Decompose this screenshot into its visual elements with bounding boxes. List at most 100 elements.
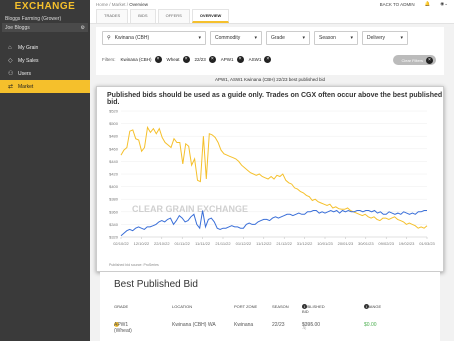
chart-heading: APW1, ASW1 Kwinana (CBH) 22/23 best publ… xyxy=(214,77,326,82)
filter-chip: Kwinana (CBH) × xyxy=(121,56,162,63)
breadcrumb-path[interactable]: Home / Market / xyxy=(96,2,129,7)
sidebar-item-label: My Grain xyxy=(18,44,39,51)
user-name: Joe Bloggs xyxy=(5,24,30,31)
commodity-value: Commodity xyxy=(215,35,241,41)
search-icon: ⚲ xyxy=(107,35,111,41)
filter-chip: APW1 × xyxy=(221,56,244,63)
table-row[interactable]: APW1 (Wheat) Kwinana (CBH) WA Kwinana 22… xyxy=(114,322,434,334)
sidebar-item-users[interactable]: ⚇ Users xyxy=(0,67,90,80)
cell-change: $0.00 xyxy=(364,322,377,328)
season-value: Season xyxy=(319,35,336,41)
sidebar-item-market[interactable]: ⇄ Market xyxy=(0,80,90,93)
chart-card: Published bids should be used as a guide… xyxy=(96,86,444,272)
sidebar-item-my-grain[interactable]: ⌂ My Grain xyxy=(0,41,90,54)
y-tick-label: $320 xyxy=(109,235,119,240)
close-icon[interactable]: × xyxy=(264,56,272,63)
col-season: SEASON xyxy=(272,304,289,309)
x-tick-label: 12/10/22 xyxy=(134,241,150,246)
close-icon[interactable]: × xyxy=(236,56,244,63)
chevron-down-icon: ▾ xyxy=(198,35,201,41)
delivery-select[interactable]: Delivery ▾ xyxy=(362,31,408,45)
x-tick-label: 02/10/22 xyxy=(113,241,129,246)
filter-chip: 22/23 × xyxy=(195,56,216,63)
home-icon: ⌂ xyxy=(8,44,12,51)
notice-text: Published bids should be used as a guide… xyxy=(107,92,443,106)
top-bar: Home / Market / Overview BACK TO ADMIN 🔔… xyxy=(90,0,454,24)
col-grade: GRADE xyxy=(114,304,129,309)
chip-label: Wheat xyxy=(166,57,180,62)
chip-label: 22/23 xyxy=(194,57,206,62)
sidebar-item-my-sales[interactable]: ◇ My Sales xyxy=(0,54,90,67)
user-row[interactable]: Joe Bloggs ⚙ xyxy=(2,23,88,32)
filter-selects: ⚲ Kwinana (CBH) ▾ Commodity ▾ Grade ▾ Se… xyxy=(102,31,408,45)
bell-icon[interactable]: 🔔 xyxy=(425,1,431,7)
breadcrumb: Home / Market / Overview xyxy=(96,2,148,7)
cell-port: Kwinana xyxy=(234,322,254,328)
x-tick-label: 22/10/22 xyxy=(154,241,170,246)
filters-panel: ⚲ Kwinana (CBH) ▾ Commodity ▾ Grade ▾ Se… xyxy=(96,27,444,75)
close-icon[interactable]: × xyxy=(182,56,190,63)
chip-label: Kwinana (CBH) xyxy=(120,57,152,62)
tab-bids[interactable]: BIDS xyxy=(130,9,156,23)
sidebar: EXCHANGE Bloggs Farming (Grower) Joe Blo… xyxy=(0,0,90,341)
bid-line-chart: $320 $340 $360 $380 $400 $420 $440 $460 $480 $500… xyxy=(109,109,435,247)
season-select[interactable]: Season ▾ xyxy=(314,31,358,45)
y-tick-label: $400 xyxy=(109,184,119,189)
tabs: TRADES BIDS OFFERS OVERVIEW xyxy=(96,9,230,23)
y-tick-label: $520 xyxy=(109,109,119,114)
org-name: Bloggs Farming (Grower) xyxy=(5,15,62,22)
table-header: GRADE LOCATION PORT ZONE SEASON PUBLISHE… xyxy=(114,304,434,314)
sidebar-item-label: My Sales xyxy=(18,57,39,64)
watermark-logo: CLEAR GRAIN EXCHANGE xyxy=(132,204,248,214)
info-icon[interactable]: i xyxy=(364,304,369,309)
x-tick-label: 01/11/22 xyxy=(175,241,191,246)
filter-chips: Filters: Kwinana (CBH) × Wheat × 22/23 × AP… xyxy=(102,56,272,63)
breadcrumb-current: Overview xyxy=(129,2,149,7)
close-icon[interactable]: × xyxy=(208,56,216,63)
users-icon: ⚇ xyxy=(8,71,14,77)
best-published-bid-panel: Best Published Bid GRADE LOCATION PORT Z… xyxy=(100,272,440,341)
y-tick-label: $480 xyxy=(109,134,119,139)
back-to-admin-link[interactable]: BACK TO ADMIN xyxy=(380,2,415,7)
filters-label: Filters: xyxy=(102,57,116,62)
tag-icon: ◇ xyxy=(8,58,13,64)
x-tick-label: 30/01/23 xyxy=(358,241,374,246)
location-select[interactable]: ⚲ Kwinana (CBH) ▾ xyxy=(102,31,206,45)
chip-label: APW1 xyxy=(220,57,234,62)
market-icon: ⇄ xyxy=(8,84,14,90)
x-tick-label: 20/01/23 xyxy=(338,241,354,246)
bid-sub: (ASW1 -$) xyxy=(302,322,314,330)
account-panel: Bloggs Farming (Grower) Joe Bloggs ⚙ xyxy=(0,13,90,33)
info-icon[interactable]: i xyxy=(302,304,307,309)
cell-location: Kwinana (CBH) WA xyxy=(172,322,216,328)
x-tick-label: 10/01/23 xyxy=(317,241,333,246)
commodity-select[interactable]: Commodity ▾ xyxy=(210,31,262,45)
sidebar-nav: ⌂ My Grain ◇ My Sales ⚇ Users ⇄ Market xyxy=(0,41,90,93)
tab-overview[interactable]: OVERVIEW xyxy=(191,9,230,23)
logo: EXCHANGE xyxy=(14,1,76,12)
x-tick-label: 11/11/22 xyxy=(195,241,211,246)
x-tick-label: 09/02/23 xyxy=(378,241,394,246)
gear-icon[interactable]: ⚙ xyxy=(81,25,85,31)
y-tick-label: $340 xyxy=(109,222,119,227)
org-row[interactable]: Bloggs Farming (Grower) xyxy=(5,14,85,23)
clear-filters-label: Clear Filters xyxy=(401,57,423,63)
source-note: Published bid source: ProSeries xyxy=(109,263,159,267)
sidebar-item-label: Market xyxy=(18,83,34,90)
tab-offers[interactable]: OFFERS xyxy=(157,9,190,23)
section-title: Best Published Bid xyxy=(114,279,198,290)
clear-filters-button[interactable]: Clear Filters × xyxy=(393,55,436,65)
chevron-down-icon: ▾ xyxy=(254,35,257,41)
grade-value: APW1 (Wheat) xyxy=(114,322,132,334)
account-icon[interactable]: ◉⌄ xyxy=(440,1,448,7)
x-tick-label: 01/03/23 xyxy=(419,241,435,246)
close-icon[interactable]: × xyxy=(154,56,162,63)
col-port-zone: PORT ZONE xyxy=(234,304,258,309)
col-location: LOCATION xyxy=(172,304,193,309)
x-tick-label: 21/11/22 xyxy=(215,241,231,246)
y-tick-label: $420 xyxy=(109,172,119,177)
tab-trades[interactable]: TRADES xyxy=(96,9,129,23)
top-right: BACK TO ADMIN 🔔 ◉⌄ xyxy=(380,1,448,7)
grade-select[interactable]: Grade ▾ xyxy=(266,31,310,45)
cell-season: 22/23 xyxy=(272,322,285,328)
